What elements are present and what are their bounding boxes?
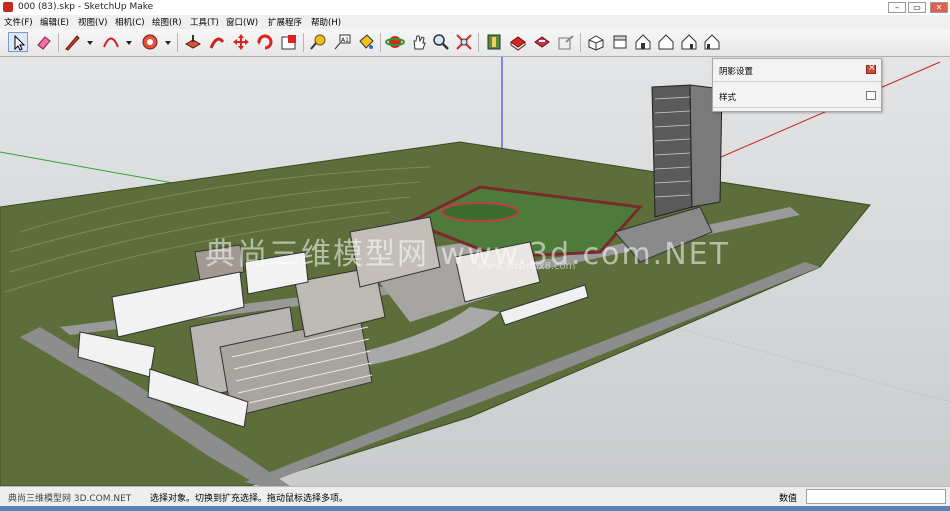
menu-draw[interactable]: 绘图(R) <box>152 16 182 28</box>
watermark: 典尚三维模型网 www.3d.com.NET <box>205 237 730 272</box>
svg-text:A1: A1 <box>341 37 349 44</box>
main-toolbar: A1 <box>0 29 950 57</box>
pan-hand-icon[interactable] <box>409 32 429 52</box>
top-view-icon[interactable] <box>610 32 630 52</box>
menu-window[interactable]: 窗口(W) <box>226 16 258 28</box>
menu-camera[interactable]: 相机(C) <box>115 16 145 28</box>
close-icon[interactable] <box>866 63 876 74</box>
menu-view[interactable]: 视图(V) <box>78 16 107 28</box>
title-bar: 000 (83).skp - SketchUp Make – ▭ ✕ <box>0 0 950 16</box>
rotate-icon[interactable] <box>255 32 275 52</box>
warehouse-icon[interactable] <box>484 32 504 52</box>
default-tray: 阴影设置 样式 <box>712 58 882 112</box>
extension-warehouse-icon[interactable] <box>532 32 552 52</box>
window-title: 000 (83).skp - SketchUp Make <box>18 2 154 12</box>
components-icon[interactable] <box>508 32 528 52</box>
menu-bar: 文件(F) 编辑(E) 视图(V) 相机(C) 绘图(R) 工具(T) 窗口(W… <box>0 15 950 29</box>
pin-icon[interactable] <box>866 91 876 100</box>
menu-edit[interactable]: 编辑(E) <box>40 16 69 28</box>
chevron-down-icon[interactable] <box>87 41 93 45</box>
chevron-down-icon[interactable] <box>165 41 171 45</box>
status-watermark: 典尚三维模型网 3D.COM.NET <box>8 494 132 504</box>
sketchup-logo-icon <box>3 2 13 12</box>
iso-view-icon[interactable] <box>586 32 606 52</box>
tray-panel-shadows[interactable]: 阴影设置 <box>713 59 881 82</box>
share-model-icon[interactable] <box>556 32 576 52</box>
chevron-down-icon[interactable] <box>126 41 132 45</box>
zoom-icon[interactable] <box>431 32 451 52</box>
maximize-button[interactable]: ▭ <box>908 2 926 13</box>
move-icon[interactable] <box>207 32 227 52</box>
menu-help[interactable]: 帮助(H) <box>311 16 341 28</box>
menu-tools[interactable]: 工具(T) <box>190 16 219 28</box>
tray-panel-label: 样式 <box>719 93 737 103</box>
minimize-button[interactable]: – <box>888 2 906 13</box>
paint-bucket-icon[interactable] <box>356 32 376 52</box>
shape-circle-icon[interactable] <box>140 32 160 52</box>
window-controls: – ▭ ✕ <box>884 0 950 15</box>
status-bar: 典尚三维模型网 3D.COM.NET 选择对象。切换到扩充选择。拖动鼠标选择多项… <box>0 486 950 507</box>
eraser-icon[interactable] <box>34 32 54 52</box>
model-viewport[interactable]: 典尚三维模型网 www.3d.com.NET www.3dsmax8.com 阴… <box>0 57 950 486</box>
move-arrows-icon[interactable] <box>231 32 251 52</box>
os-taskbar <box>0 506 950 511</box>
front-view-icon[interactable] <box>633 32 653 52</box>
arc-icon[interactable] <box>101 32 121 52</box>
orbit-icon[interactable] <box>385 32 405 52</box>
tray-panel-styles[interactable]: 样式 <box>713 85 881 108</box>
back-view-icon[interactable] <box>679 32 699 52</box>
select-arrow-icon[interactable] <box>8 32 28 52</box>
menu-extensions[interactable]: 扩展程序 <box>268 16 302 28</box>
push-pull-icon[interactable] <box>183 32 203 52</box>
zoom-extents-icon[interactable] <box>454 32 474 52</box>
watermark-url: www.3dsmax8.com <box>478 261 576 272</box>
scale-icon[interactable] <box>279 32 299 52</box>
line-pencil-icon[interactable] <box>62 32 82 52</box>
status-text: 选择对象。切换到扩充选择。拖动鼠标选择多项。 <box>150 494 349 504</box>
tape-measure-icon[interactable] <box>308 32 328 52</box>
left-view-icon[interactable] <box>702 32 722 52</box>
tray-panel-label: 阴影设置 <box>719 67 754 77</box>
menu-file[interactable]: 文件(F) <box>4 16 33 28</box>
close-button[interactable]: ✕ <box>930 2 948 13</box>
text-label-icon[interactable]: A1 <box>332 32 352 52</box>
measurements-label: 数值 <box>779 494 798 504</box>
right-view-icon[interactable] <box>656 32 676 52</box>
measurements-input[interactable] <box>806 489 946 504</box>
